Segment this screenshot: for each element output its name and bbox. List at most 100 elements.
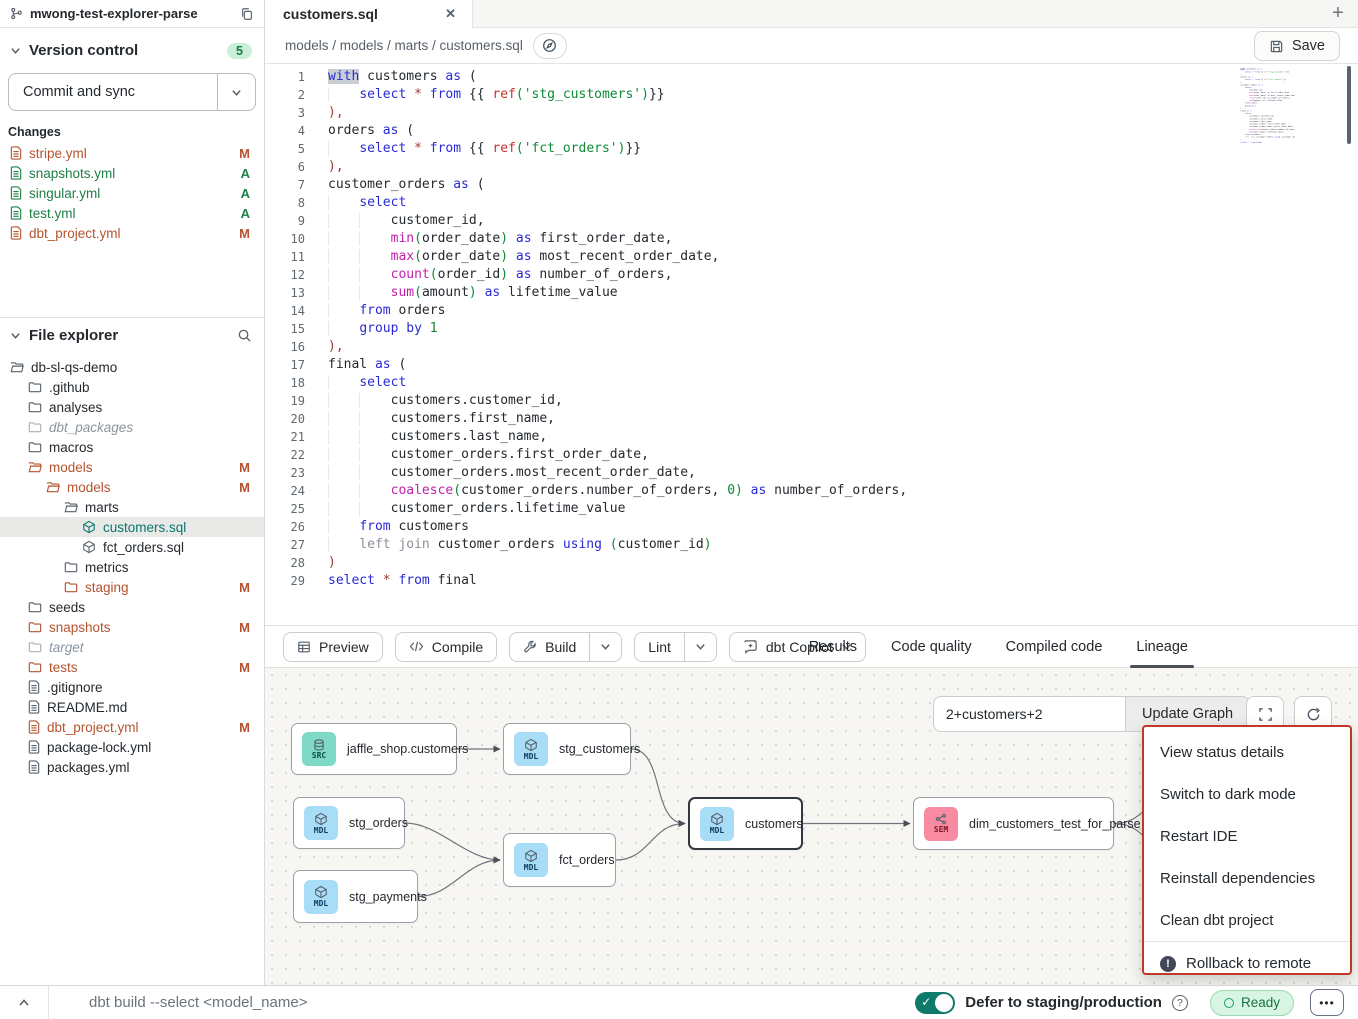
code-editor[interactable]: 1with customers as (2 select * from {{ r… [265, 64, 1358, 625]
tree-item-customers-sql[interactable]: customers.sql [0, 517, 264, 537]
wrench-icon [523, 640, 537, 654]
search-icon[interactable] [237, 328, 252, 343]
change-item[interactable]: singular.ymlA [0, 183, 264, 203]
tree-item-tests[interactable]: testsM [0, 657, 264, 677]
tree-item-label: packages.yml [47, 760, 250, 775]
file-icon [28, 700, 40, 714]
preview-label: Preview [319, 639, 369, 655]
tree-item-models[interactable]: modelsM [0, 477, 264, 497]
tree-item-packages-yml[interactable]: packages.yml [0, 757, 264, 777]
change-status: M [239, 146, 250, 161]
command-input[interactable]: dbt build --select <model_name> [48, 986, 915, 1019]
menu-item-view-status-details[interactable]: View status details [1144, 731, 1350, 773]
preview-button[interactable]: Preview [283, 632, 383, 662]
tree-item--gitignore[interactable]: .gitignore [0, 677, 264, 697]
tree-item-macros[interactable]: macros [0, 437, 264, 457]
menu-item-restart-ide[interactable]: Restart IDE [1144, 815, 1350, 857]
change-item[interactable]: snapshots.ymlA [0, 163, 264, 183]
build-label: Build [545, 639, 576, 655]
lineage-node-customers[interactable]: MDLcustomers [688, 797, 803, 850]
lineage-search-input[interactable] [933, 696, 1125, 732]
change-item[interactable]: stripe.ymlM [0, 143, 264, 163]
model-cube-icon [82, 520, 96, 534]
version-control-header[interactable]: Version control 5 [0, 28, 264, 65]
tree-item-seeds[interactable]: seeds [0, 597, 264, 617]
build-button[interactable]: Build [509, 632, 622, 662]
tree-item-dbt-packages[interactable]: dbt_packages [0, 417, 264, 437]
close-icon[interactable]: ✕ [441, 6, 460, 22]
change-status: A [241, 206, 250, 221]
lineage-node-dim[interactable]: SEMdim_customers_test_for_parse [913, 797, 1114, 850]
tab-compiled-code[interactable]: Compiled code [1006, 625, 1103, 668]
copy-icon[interactable] [240, 7, 254, 21]
code-line: 23 customer_orders.most_recent_order_dat… [265, 464, 1358, 482]
minimap[interactable]: 1with customers as (2 select * from {{ r… [1237, 68, 1295, 178]
tree-item-marts[interactable]: marts [0, 497, 264, 517]
tree-item--github[interactable]: .github [0, 377, 264, 397]
commit-dropdown-button[interactable] [217, 74, 255, 110]
help-icon[interactable]: ? [1172, 995, 1188, 1011]
menu-item-switch-to-dark-mode[interactable]: Switch to dark mode [1144, 773, 1350, 815]
line-number: 15 [265, 320, 305, 338]
code-line: 12 count(order_id) as number_of_orders, [265, 266, 1358, 284]
menu-item-label: Rollback to remote [1186, 955, 1311, 972]
tree-item-fct-orders-sql[interactable]: fct_orders.sql [0, 537, 264, 557]
lineage-node-stg_payments[interactable]: MDLstg_payments [293, 870, 418, 923]
tree-item-dbt-project-yml[interactable]: dbt_project.ymlM [0, 717, 264, 737]
tree-item-staging[interactable]: stagingM [0, 577, 264, 597]
new-tab-button[interactable]: + [1318, 0, 1358, 27]
menu-item-rollback-to-remote[interactable]: !Rollback to remote [1144, 941, 1350, 985]
code-line: 9 customer_id, [265, 212, 1358, 230]
compass-icon[interactable] [533, 33, 567, 59]
ready-status-badge[interactable]: Ready [1210, 990, 1294, 1016]
tree-item-package-lock-yml[interactable]: package-lock.yml [0, 737, 264, 757]
code-text: select * from {{ ref('stg_customers')}} [1237, 71, 1289, 74]
chevron-up-icon[interactable] [0, 986, 48, 1019]
tree-item-snapshots[interactable]: snapshotsM [0, 617, 264, 637]
save-button[interactable]: Save [1254, 31, 1340, 61]
tab-code-quality[interactable]: Code quality [891, 625, 972, 668]
lineage-node-jaffle[interactable]: SRCjaffle_shop.customers [291, 723, 457, 775]
tab-results[interactable]: Results [809, 625, 857, 668]
code-text: count(order_id) as number_of_orders, [305, 266, 672, 284]
ready-label: Ready [1241, 995, 1280, 1010]
menu-item-clean-dbt-project[interactable]: Clean dbt project [1144, 899, 1350, 941]
tab-lineage[interactable]: Lineage [1136, 625, 1188, 668]
commit-and-sync-button[interactable]: Commit and sync [8, 73, 256, 111]
tree-item-analyses[interactable]: analyses [0, 397, 264, 417]
change-item[interactable]: test.ymlA [0, 203, 264, 223]
change-item[interactable]: dbt_project.ymlM [0, 223, 264, 243]
tree-item-readme-md[interactable]: README.md [0, 697, 264, 717]
editor-scrollbar[interactable] [1347, 66, 1351, 144]
line-number: 27 [265, 536, 305, 554]
line-number: 23 [265, 464, 305, 482]
tree-item-db-sl-qs-demo[interactable]: db-sl-qs-demo [0, 357, 264, 377]
tab-customers-sql[interactable]: customers.sql ✕ [265, 0, 473, 28]
node-label: stg_customers [559, 742, 640, 756]
code-line: 10 min(order_date) as first_order_date, [265, 230, 1358, 248]
changes-count-badge: 5 [227, 43, 252, 59]
code-line: 5 select * from {{ ref('fct_orders')}} [265, 140, 1358, 158]
code-line: 7customer_orders as ( [265, 176, 1358, 194]
lint-button[interactable]: Lint [634, 632, 717, 662]
lineage-panel[interactable]: SRCjaffle_shop.customersMDLstg_customers… [265, 668, 1358, 985]
mdl-badge: MDL [514, 732, 548, 766]
lineage-node-stg_customers[interactable]: MDLstg_customers [503, 723, 631, 775]
compile-button[interactable]: Compile [395, 632, 497, 662]
file-explorer-header[interactable]: File explorer [0, 318, 264, 348]
tree-item-metrics[interactable]: metrics [0, 557, 264, 577]
model-cube-icon [524, 849, 538, 863]
lineage-node-stg_orders[interactable]: MDLstg_orders [293, 797, 405, 849]
lint-dropdown-button[interactable] [684, 633, 716, 661]
tree-item-models[interactable]: modelsM [0, 457, 264, 477]
lineage-node-fct_orders[interactable]: MDLfct_orders [503, 833, 616, 887]
tree-item-label: db-sl-qs-demo [31, 360, 250, 375]
tree-item-target[interactable]: target [0, 637, 264, 657]
build-dropdown-button[interactable] [589, 633, 621, 661]
menu-item-reinstall-dependencies[interactable]: Reinstall dependencies [1144, 857, 1350, 899]
code-line: 22 customer_orders.first_order_date, [265, 446, 1358, 464]
more-options-button[interactable]: ••• [1310, 989, 1344, 1016]
line-number: 13 [265, 284, 305, 302]
defer-toggle[interactable]: ✓ [915, 992, 955, 1014]
line-number: 4 [265, 122, 305, 140]
